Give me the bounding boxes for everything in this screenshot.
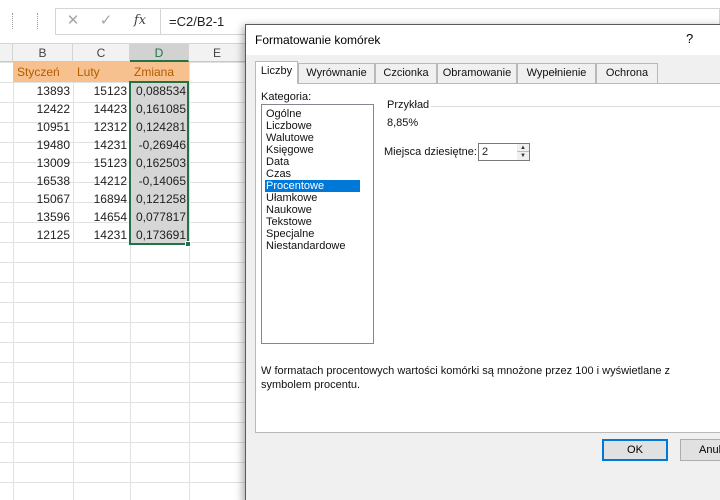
table-cell[interactable]: 14212 [73,172,130,190]
category-item[interactable]: Niestandardowe [265,240,373,252]
category-item[interactable]: Liczbowe [265,120,373,132]
tab-panel-liczby: Kategoria: Ogólne Liczbowe Walutowe Księgow… [255,83,720,433]
sample-groupline [431,106,720,107]
grid-line [189,62,190,500]
column-header-e[interactable]: E [189,44,246,62]
category-item[interactable]: Procentowe [265,180,373,192]
dialog-title: Formatowanie komórek [255,33,381,47]
spin-down-icon[interactable]: ▼ [517,152,529,160]
category-item[interactable]: Czas [265,168,373,180]
sample-value: 8,85% [387,117,419,129]
insert-function-button[interactable]: fx [127,10,153,32]
fill-handle[interactable] [185,241,191,247]
cell-header-styczen[interactable]: Styczeń [13,62,73,82]
table-cell[interactable]: 13009 [13,154,73,172]
tab-wypelnienie[interactable]: Wypełnienie [517,63,596,83]
format-cells-dialog: Formatowanie komórek ? Liczby Wyrównanie… [245,24,720,500]
divider [37,13,39,29]
decimals-label: Miejsca dziesiętne: [384,146,477,158]
table-cell[interactable]: 10951 [13,118,73,136]
decimals-spinner[interactable]: ▲ ▼ [517,143,530,161]
table-cell[interactable]: 13596 [13,208,73,226]
table-cell[interactable]: 14654 [73,208,130,226]
column-header-d[interactable]: D [130,44,189,62]
tab-czcionka[interactable]: Czcionka [375,63,437,83]
sample-label: Przykład [387,99,430,111]
decimals-input[interactable]: 2 [478,143,518,161]
tab-liczby[interactable]: Liczby [255,61,298,84]
category-item[interactable]: Ułamkowe [265,192,373,204]
table-cell[interactable]: 13893 [13,82,73,100]
selection-border [129,81,189,245]
help-button[interactable]: ? [686,31,693,46]
category-label: Kategoria: [261,91,312,103]
tab-ochrona[interactable]: Ochrona [596,63,658,83]
cell-header-luty[interactable]: Luty [73,62,130,82]
spin-up-icon[interactable]: ▲ [517,144,529,152]
table-cell[interactable]: 16538 [13,172,73,190]
tab-wyrownanie[interactable]: Wyrównanie [298,63,375,83]
ok-button[interactable]: OK [602,439,668,461]
table-cell[interactable]: 16894 [73,190,130,208]
format-description: W formatach procentowych wartości komórk… [261,365,670,391]
category-item[interactable]: Data [265,156,373,168]
category-item[interactable]: Ogólne [265,108,373,120]
column-header-c[interactable]: C [73,44,130,62]
table-cell[interactable]: 15067 [13,190,73,208]
cancel-button[interactable]: Anul [680,439,720,461]
category-item[interactable]: Walutowe [265,132,373,144]
table-cell[interactable]: 14231 [73,226,130,244]
listbox-scrollbar[interactable] [360,105,373,343]
category-item[interactable]: Specjalne [265,228,373,240]
divider [12,13,14,29]
cell-header-zmiana[interactable]: Zmiana [130,62,189,82]
table-cell[interactable]: 15123 [73,82,130,100]
category-item[interactable]: Księgowe [265,144,373,156]
table-cell[interactable]: 12125 [13,226,73,244]
dialog-titlebar[interactable]: Formatowanie komórek ? [246,25,720,55]
table-cell[interactable]: 14231 [73,136,130,154]
column-header-a[interactable] [0,44,13,62]
enter-check-icon[interactable]: ✓ [93,10,119,32]
table-cell[interactable]: 14423 [73,100,130,118]
table-cell[interactable]: 15123 [73,154,130,172]
column-header-b[interactable]: B [13,44,73,62]
table-cell[interactable]: 12422 [13,100,73,118]
category-item[interactable]: Tekstowe [265,216,373,228]
category-listbox[interactable]: Ogólne Liczbowe Walutowe Księgowe Data Czas Pr… [261,104,374,344]
table-cell[interactable]: 19480 [13,136,73,154]
tab-obramowanie[interactable]: Obramowanie [437,63,517,83]
category-item[interactable]: Naukowe [265,204,373,216]
table-cell[interactable]: 12312 [73,118,130,136]
cancel-x-icon[interactable]: ✕ [60,10,86,32]
